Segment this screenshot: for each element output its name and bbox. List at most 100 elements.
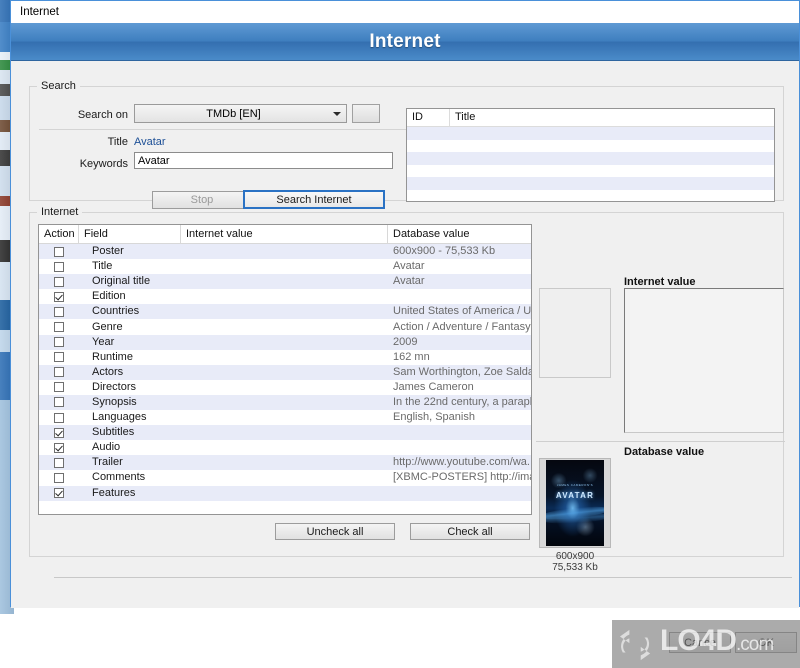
database-value-preview-label: Database value [624, 446, 705, 458]
search-internet-button-label: Search Internet [276, 193, 352, 206]
check-all-button[interactable]: Check all [410, 523, 530, 540]
search-group-title: Search [37, 80, 80, 92]
search-results-body [407, 127, 774, 202]
watermark-brand: LO4D [660, 624, 737, 657]
table-row[interactable]: Languages English, Spanish [39, 410, 531, 425]
table-row[interactable]: Edition [39, 289, 531, 304]
row-database-value: Sam Worthington, Zoe Salda... [393, 365, 531, 378]
row-field-name: Audio [92, 441, 121, 454]
row-field-name: Countries [92, 305, 140, 318]
database-thumbnail-size: 600x900 [555, 551, 595, 562]
row-checkbox[interactable] [54, 488, 64, 499]
lo4d-watermark: LO4D.com [612, 620, 800, 668]
search-results-header: ID Title [407, 109, 774, 127]
language-flag-button[interactable] [352, 104, 380, 123]
row-action-cell [39, 261, 79, 272]
search-internet-button[interactable]: Search Internet [243, 190, 385, 209]
database-thumbnail-weight: 75,533 Kb [552, 562, 598, 573]
row-checkbox[interactable] [54, 306, 64, 317]
uncheck-all-button[interactable]: Uncheck all [275, 523, 395, 540]
row-checkbox[interactable] [54, 322, 64, 333]
column-header-action: Action [39, 225, 79, 243]
check-all-label: Check all [447, 525, 493, 538]
row-field-name: Trailer [92, 456, 123, 469]
row-field-name: Year [92, 335, 115, 348]
table-row[interactable]: Poster 600x900 - 75,533 Kb [39, 244, 531, 260]
row-checkbox[interactable] [54, 337, 64, 348]
results-col-title: Title [455, 111, 476, 123]
table-row[interactable]: Features [39, 485, 531, 501]
list-item[interactable] [407, 165, 774, 178]
table-row[interactable]: Directors James Cameron [39, 380, 531, 395]
table-row[interactable]: Genre Action / Adventure / Fantasy ... [39, 319, 531, 334]
column-header-internet-value: Internet value [181, 225, 388, 243]
row-field-name: Title [92, 260, 113, 273]
field-comparison-table[interactable]: Action Field Internet value Database val… [38, 224, 532, 515]
internet-groupbox: Internet Action Field Internet value Dat… [29, 206, 785, 573]
footer-divider [54, 577, 792, 578]
table-row[interactable]: Actors Sam Worthington, Zoe Salda... [39, 364, 531, 380]
watermark-suffix: .com [736, 634, 774, 655]
row-checkbox[interactable] [54, 367, 64, 378]
row-checkbox[interactable] [54, 276, 64, 287]
search-results-list[interactable]: ID Title [406, 108, 775, 202]
table-row[interactable]: Subtitles [39, 425, 531, 441]
row-action-cell [39, 397, 79, 408]
row-checkbox[interactable] [54, 397, 64, 408]
row-database-value: James Cameron [393, 380, 474, 393]
row-action-cell [39, 442, 79, 453]
row-action-cell [39, 291, 79, 302]
row-action-cell [39, 367, 79, 378]
row-checkbox[interactable] [54, 382, 64, 393]
row-action-cell [39, 246, 79, 257]
internet-value-thumbnail[interactable] [539, 288, 611, 378]
table-row[interactable]: Title Avatar [39, 259, 531, 274]
row-field-name: Languages [92, 411, 147, 424]
row-checkbox[interactable] [54, 352, 64, 363]
table-row[interactable]: Comments [XBMC-POSTERS] http://ima... [39, 470, 531, 485]
row-checkbox[interactable] [54, 427, 64, 438]
row-database-value: Avatar [393, 275, 425, 288]
internet-group-title: Internet [37, 206, 83, 218]
list-item[interactable] [407, 152, 774, 165]
row-checkbox[interactable] [54, 261, 64, 272]
table-header-row: Action Field Internet value Database val… [39, 225, 531, 244]
table-row[interactable]: Runtime 162 mn [39, 350, 531, 365]
row-field-name: Original title [92, 275, 151, 288]
row-action-cell [39, 337, 79, 348]
list-item[interactable] [407, 140, 774, 153]
row-checkbox[interactable] [54, 442, 64, 453]
list-item[interactable] [407, 177, 774, 190]
table-row[interactable]: Original title Avatar [39, 274, 531, 290]
table-row[interactable]: Year 2009 [39, 334, 531, 350]
chevron-down-icon [333, 111, 341, 116]
table-row[interactable]: Countries United States of America / U... [39, 304, 531, 320]
stop-button[interactable]: Stop [152, 191, 252, 209]
table-row[interactable]: Synopsis In the 22nd century, a parapl... [39, 394, 531, 411]
row-field-name: Synopsis [92, 395, 137, 408]
database-value-thumbnail[interactable]: JAMES CAMERON'S AVATAR [539, 458, 611, 548]
row-checkbox[interactable] [54, 472, 64, 483]
row-field-name: Directors [92, 380, 137, 393]
row-field-name: Genre [92, 320, 123, 333]
row-database-value: Action / Adventure / Fantasy ... [393, 320, 531, 333]
poster-title: AVATAR [555, 490, 595, 500]
keywords-input[interactable] [134, 152, 393, 169]
table-row[interactable]: Trailer http://www.youtube.com/wa... [39, 455, 531, 471]
table-row[interactable]: Audio [39, 440, 531, 455]
search-source-select[interactable]: TMDb [EN] [134, 104, 347, 123]
row-checkbox[interactable] [54, 246, 64, 257]
row-database-value: In the 22nd century, a parapl... [393, 395, 531, 408]
row-checkbox[interactable] [54, 457, 64, 468]
database-thumbnail-meta: 600x900 75,533 Kb [539, 551, 611, 573]
list-item[interactable] [407, 190, 774, 202]
row-database-value: United States of America / U... [393, 305, 531, 318]
list-item[interactable] [407, 127, 774, 140]
stop-button-label: Stop [190, 194, 214, 206]
row-checkbox[interactable] [54, 291, 64, 302]
dialog-header-band: Internet [11, 23, 799, 61]
row-checkbox[interactable] [54, 412, 64, 423]
row-action-cell [39, 412, 79, 423]
row-database-value: 600x900 - 75,533 Kb [393, 245, 496, 258]
row-action-cell [39, 306, 79, 317]
